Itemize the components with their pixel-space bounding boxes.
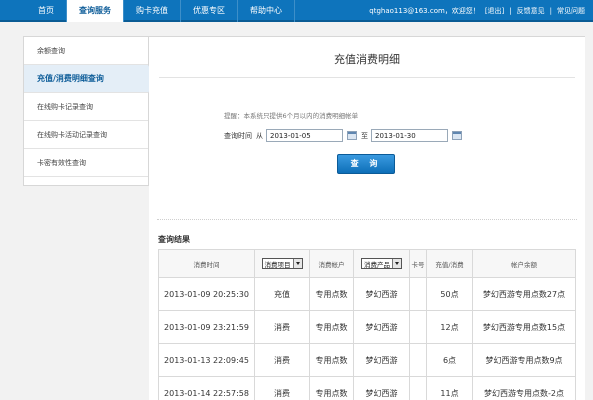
- type-filter-label: 消费项目: [264, 260, 291, 269]
- header-product: 消费产品: [353, 249, 410, 278]
- nav-query-service[interactable]: 查询服务: [67, 0, 124, 22]
- cell-balance: 梦幻西游专用点数-2点: [472, 376, 576, 400]
- cell-card: [409, 343, 427, 377]
- faq-link[interactable]: 常见问题: [557, 0, 585, 22]
- header-balance: 帐户余额: [472, 249, 576, 278]
- cell-product: 梦幻西游: [353, 343, 410, 377]
- nav-promotions[interactable]: 优惠专区: [181, 0, 238, 22]
- results-table: 消费时间 消费项目 消费帐户 消费产品 卡号 充值/消费 帐户余额 2013-0…: [158, 249, 576, 400]
- to-label: 至: [361, 131, 368, 140]
- table-row: 2013-01-13 22:09:45 消费 专用点数 梦幻西游 6点 梦幻西游…: [158, 343, 576, 377]
- cell-card: [409, 310, 427, 344]
- sidebar-item-card-validity[interactable]: 卡密有效性查询: [24, 149, 148, 177]
- type-filter-select[interactable]: 消费项目: [261, 258, 303, 269]
- user-greeting: qtghao113@163.com，欢迎您！: [369, 7, 480, 15]
- calendar-icon[interactable]: [452, 131, 462, 140]
- product-filter-label: 消费产品: [364, 260, 390, 269]
- cell-amount: 12点: [426, 310, 473, 344]
- table-row: 2013-01-14 22:57:58 消费 专用点数 梦幻西游 11点 梦幻西…: [158, 376, 576, 400]
- cell-type: 消费: [254, 343, 310, 377]
- sidebar-item-balance-query[interactable]: 余额查询: [24, 37, 148, 65]
- to-date-input[interactable]: [371, 129, 448, 142]
- sidebar-item-online-card-record[interactable]: 在线购卡记录查询: [24, 93, 148, 121]
- nav-home[interactable]: 首页: [26, 0, 67, 22]
- sidebar-item-online-card-activity[interactable]: 在线购卡活动记录查询: [24, 121, 148, 149]
- separator: |: [549, 7, 552, 15]
- cell-amount: 50点: [426, 277, 473, 311]
- cell-time: 2013-01-09 20:25:30: [158, 277, 255, 311]
- nav-help-center[interactable]: 帮助中心: [238, 0, 295, 22]
- main-content: 充值消费明细 提醒：本系统只提供6个月以内的消费明细帐单 查询时间 从 至 查 …: [149, 36, 585, 400]
- result-title: 查询结果: [158, 235, 190, 244]
- cell-product: 梦幻西游: [353, 277, 410, 311]
- dotted-divider: [157, 219, 577, 220]
- query-button[interactable]: 查 询: [337, 154, 395, 174]
- cell-amount: 11点: [426, 376, 473, 400]
- cell-account: 专用点数: [309, 343, 354, 377]
- date-query-row: 查询时间 从 至: [224, 129, 466, 142]
- from-label: 从: [256, 131, 263, 140]
- header-amount: 充值/消费: [426, 249, 473, 278]
- cell-account: 专用点数: [309, 277, 354, 311]
- separator: |: [509, 7, 512, 15]
- header-account: 消费帐户: [309, 249, 354, 278]
- cell-product: 梦幻西游: [353, 376, 410, 400]
- page-title: 充值消费明细: [334, 53, 400, 66]
- cell-balance: 梦幻西游专用点数27点: [472, 277, 576, 311]
- tip-text: 提醒：本系统只提供6个月以内的消费明细帐单: [224, 112, 359, 120]
- cell-type: 消费: [254, 310, 310, 344]
- query-time-label: 查询时间: [224, 131, 252, 140]
- cell-account: 专用点数: [309, 310, 354, 344]
- logout-link[interactable]: [退出]: [485, 0, 504, 22]
- cell-account: 专用点数: [309, 376, 354, 400]
- header-card: 卡号: [409, 249, 427, 278]
- nav-buy-card[interactable]: 购卡充值: [124, 0, 181, 22]
- header-type: 消费项目: [254, 249, 310, 278]
- cell-type: 消费: [254, 376, 310, 400]
- cell-time: 2013-01-09 23:21:59: [158, 310, 255, 344]
- dropdown-arrow-icon: [292, 259, 302, 268]
- cell-balance: 梦幻西游专用点数9点: [472, 343, 576, 377]
- cell-time: 2013-01-14 22:57:58: [158, 376, 255, 400]
- cell-amount: 6点: [426, 343, 473, 377]
- cell-time: 2013-01-13 22:09:45: [158, 343, 255, 377]
- feedback-link[interactable]: 反馈意见: [517, 0, 545, 22]
- table-row: 2013-01-09 20:25:30 充值 专用点数 梦幻西游 50点 梦幻西…: [158, 277, 576, 311]
- sidebar-item-recharge-detail-query[interactable]: 充值/消费明细查询: [24, 65, 156, 93]
- header-time: 消费时间: [158, 249, 255, 278]
- cell-balance: 梦幻西游专用点数15点: [472, 310, 576, 344]
- cell-card: [409, 277, 427, 311]
- product-filter-select[interactable]: 消费产品: [361, 258, 402, 269]
- calendar-icon[interactable]: [347, 131, 357, 140]
- cell-product: 梦幻西游: [353, 310, 410, 344]
- from-date-input[interactable]: [266, 129, 343, 142]
- sidebar: 余额查询 充值/消费明细查询 在线购卡记录查询 在线购卡活动记录查询 卡密有效性…: [23, 36, 156, 186]
- main-nav: 首页 查询服务 购卡充值 优惠专区 帮助中心: [26, 0, 295, 22]
- user-area: qtghao113@163.com，欢迎您！ [退出] | 反馈意见 | 常见问…: [369, 0, 585, 22]
- cell-card: [409, 376, 427, 400]
- dropdown-arrow-icon: [392, 259, 401, 268]
- top-navigation-bar: 首页 查询服务 购卡充值 优惠专区 帮助中心 qtghao113@163.com…: [0, 0, 593, 22]
- table-header-row: 消费时间 消费项目 消费帐户 消费产品 卡号 充值/消费 帐户余额: [158, 249, 576, 278]
- title-divider: [159, 77, 575, 78]
- cell-type: 充值: [254, 277, 310, 311]
- table-row: 2013-01-09 23:21:59 消费 专用点数 梦幻西游 12点 梦幻西…: [158, 310, 576, 344]
